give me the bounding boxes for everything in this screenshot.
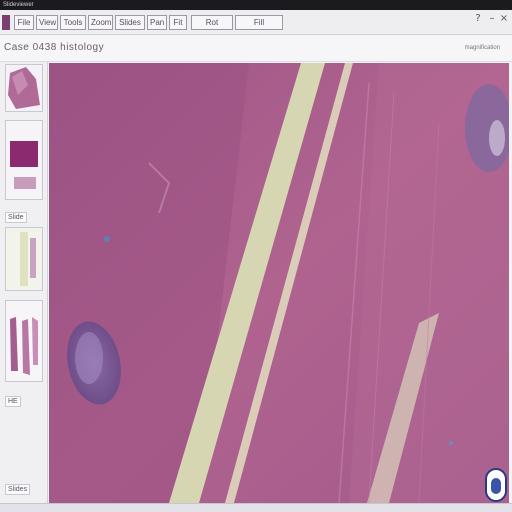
tissue-image: [49, 63, 509, 503]
window-title: Slideviewer: [3, 2, 34, 8]
thumb-label: Slide: [5, 212, 27, 223]
minimize-icon[interactable]: –: [486, 13, 498, 27]
slide-thumbnail-3[interactable]: [5, 227, 43, 291]
help-icon[interactable]: ?: [472, 13, 484, 27]
tools-button[interactable]: Tools: [60, 15, 86, 30]
app-logo-icon[interactable]: [2, 15, 10, 30]
thumb-label: Slides: [5, 484, 31, 495]
slide-thumbnail-4[interactable]: [5, 300, 43, 382]
slide-thumbnail-image: [6, 301, 42, 381]
title-bar: Slideviewer: [0, 0, 512, 10]
navigator-icon: [491, 478, 501, 494]
pan-button[interactable]: Pan: [147, 15, 167, 30]
secondary-bar: Case 0438 histology magnification: [0, 36, 512, 62]
main-toolbar: File View Tools Zoom Slides Pan Fit Rot …: [0, 10, 512, 35]
slide-thumbnail-image: [6, 228, 42, 290]
thumb-label: HE: [5, 396, 21, 407]
slide-thumbnail-image: [6, 121, 42, 199]
slide-thumbnail-image: [6, 65, 42, 111]
slide-viewer-canvas[interactable]: [49, 63, 509, 503]
view-button[interactable]: View: [36, 15, 58, 30]
navigator-toggle-button[interactable]: [485, 468, 507, 502]
fit-button[interactable]: Fit: [169, 15, 187, 30]
fill-button[interactable]: Fill: [235, 15, 283, 30]
slide-thumbnail-1[interactable]: [5, 64, 43, 112]
case-title: Case 0438 histology: [4, 42, 105, 53]
slide-thumbnail-2[interactable]: [5, 120, 43, 200]
magnification-readout: magnification: [464, 45, 500, 51]
rotate-button[interactable]: Rot: [191, 15, 233, 30]
file-button[interactable]: File: [14, 15, 34, 30]
zoom-button[interactable]: Zoom: [88, 15, 113, 30]
status-bar: [0, 503, 512, 512]
slides-button[interactable]: Slides: [115, 15, 145, 30]
slide-thumbnail-panel: Slide HE Slides: [0, 62, 48, 504]
close-icon[interactable]: ×: [498, 13, 510, 27]
